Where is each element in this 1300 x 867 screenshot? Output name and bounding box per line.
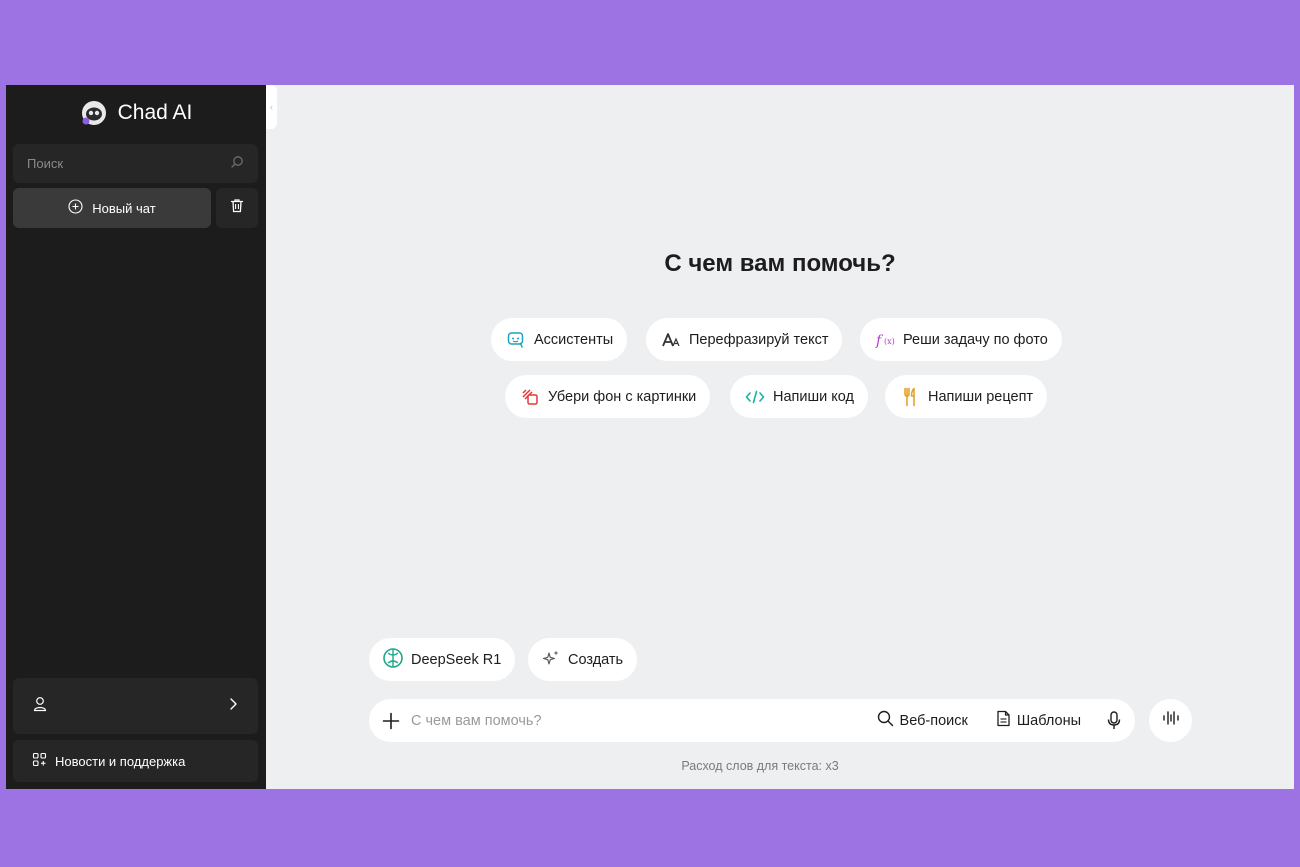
magnifier-icon [877,710,894,731]
web-search-button[interactable]: Веб-поиск [877,710,968,731]
search-placeholder: Поиск [27,156,64,171]
brand-name: Chad AI [117,101,193,124]
code-icon [745,387,765,407]
delete-chats-button[interactable] [216,188,258,228]
brand[interactable]: Chad AI [6,87,266,139]
model-label: DeepSeek R1 [411,651,502,668]
chad-logo-icon [80,99,108,127]
deepseek-icon [383,647,403,672]
create-label: Создать [568,651,624,668]
main-area: С чем вам помочь? Ассистенты Перефразиру… [266,85,1294,789]
suggestion-write-code[interactable]: Напиши код [730,375,868,418]
message-input[interactable]: С чем вам помочь? [411,713,849,729]
suggestion-label: Перефразируй текст [689,331,829,348]
svg-text:(x): (x) [884,337,895,346]
collapse-sidebar-button[interactable]: ‹ [266,85,277,129]
suggestion-label: Убери фон с картинки [548,388,697,405]
plus-circle-icon [68,199,83,217]
model-selector[interactable]: DeepSeek R1 [369,638,516,681]
suggestion-label: Напиши рецепт [928,388,1034,405]
suggestion-assistants[interactable]: Ассистенты [491,318,628,361]
attach-plus-icon[interactable] [381,711,401,731]
font-size-icon [661,330,681,350]
app-window: Chad AI Поиск Новый чат Новости и поддер… [6,85,1294,789]
suggestion-rephrase[interactable]: Перефразируй текст [646,318,843,361]
page-title: С чем вам помочь? [664,250,896,277]
chevron-left-icon: ‹ [270,102,273,112]
suggestion-label: Реши задачу по фото [903,331,1048,348]
create-button[interactable]: Создать [528,638,638,681]
suggestion-write-recipe[interactable]: Напиши рецепт [885,375,1048,418]
voice-mode-button[interactable] [1149,699,1192,742]
document-icon [996,710,1011,731]
chevron-right-icon [229,697,238,716]
templates-button[interactable]: Шаблоны [996,710,1081,731]
microphone-icon[interactable] [1107,711,1121,730]
suggestion-remove-background[interactable]: Убери фон с картинки [505,375,711,418]
chat-composer[interactable]: С чем вам помочь? Веб-поиск Шаблоны [369,699,1135,742]
function-icon: f (x) [875,330,895,350]
user-icon [33,696,47,717]
fork-knife-icon [900,387,920,407]
suggestion-label: Ассистенты [534,331,614,348]
new-chat-button[interactable]: Новый чат [13,188,211,228]
apps-grid-icon [32,752,47,770]
suggestion-label: Напиши код [773,388,854,405]
svg-text:f: f [875,333,884,348]
sparkle-icon [542,649,560,671]
assistant-icon [506,330,526,350]
trash-icon [230,198,244,218]
web-search-label: Веб-поиск [899,712,968,729]
profile-button[interactable] [13,678,258,734]
news-support-button[interactable]: Новости и поддержка [13,740,258,782]
audio-waveform-icon [1162,710,1180,731]
templates-label: Шаблоны [1016,712,1081,729]
sidebar: Chad AI Поиск Новый чат Новости и поддер… [6,85,266,789]
remove-background-icon [520,387,540,407]
new-chat-label: Новый чат [92,200,156,216]
news-support-label: Новости и поддержка [55,753,186,769]
suggestion-solve-photo[interactable]: f (x) Реши задачу по фото [860,318,1062,361]
word-usage-note: Расход слов для текста: x3 [681,759,839,773]
search-input[interactable]: Поиск [13,144,258,183]
search-icon [230,155,244,172]
